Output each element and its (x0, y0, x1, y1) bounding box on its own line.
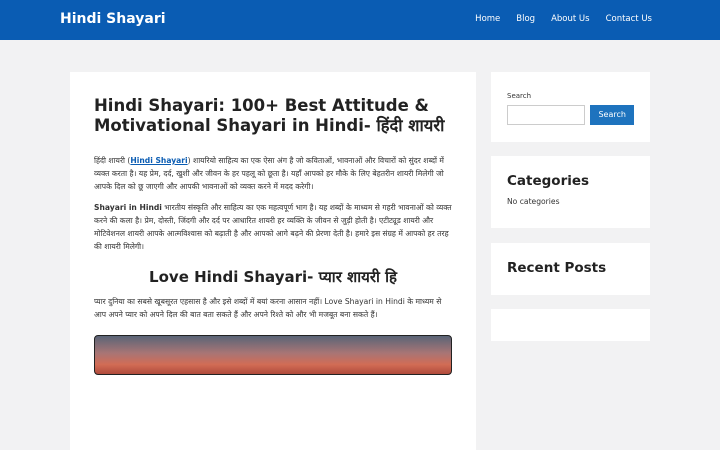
site-header: Hindi Shayari Home Blog About Us Contact… (0, 0, 720, 40)
article: Hindi Shayari: 100+ Best Attitude & Moti… (70, 72, 476, 450)
sunset-image (94, 335, 452, 375)
recent-posts-title: Recent Posts (507, 260, 607, 276)
empty-widget (491, 309, 650, 341)
nav-home[interactable]: Home (475, 14, 500, 24)
hindi-shayari-link[interactable]: Hindi Shayari (130, 156, 187, 165)
search-label: Search (507, 92, 532, 100)
no-categories-text: No categories (507, 197, 560, 206)
categories-title: Categories (507, 173, 590, 189)
article-title: Hindi Shayari: 100+ Best Attitude & Moti… (94, 96, 445, 135)
intro-text-before: हिंदी शायरी ( (94, 156, 131, 165)
categories-widget: Categories No categories (491, 156, 650, 228)
intro-paragraph: हिंदी शायरी (Hindi Shayari) शायरियो साहि… (94, 154, 452, 193)
recent-posts-widget: Recent Posts (491, 243, 650, 295)
search-input[interactable] (507, 105, 586, 125)
section-heading: Love Hindi Shayari- प्यार शायरी हि (149, 268, 397, 286)
site-title[interactable]: Hindi Shayari (60, 11, 166, 27)
search-widget: Search Search (491, 72, 650, 142)
nav-contact-us[interactable]: Contact Us (606, 14, 652, 24)
nav-about-us[interactable]: About Us (551, 14, 589, 24)
nav-blog[interactable]: Blog (516, 14, 535, 24)
search-button[interactable]: Search (590, 105, 634, 125)
second-paragraph: Shayari in Hindi भारतीय संस्कृति और साहि… (94, 201, 452, 253)
main-nav: Home Blog About Us Contact Us (475, 14, 652, 24)
shayari-in-hindi-bold: Shayari in Hindi (94, 203, 162, 212)
love-paragraph: प्यार दुनिया का सबसे खूबसूरत एहसास है और… (94, 297, 442, 319)
